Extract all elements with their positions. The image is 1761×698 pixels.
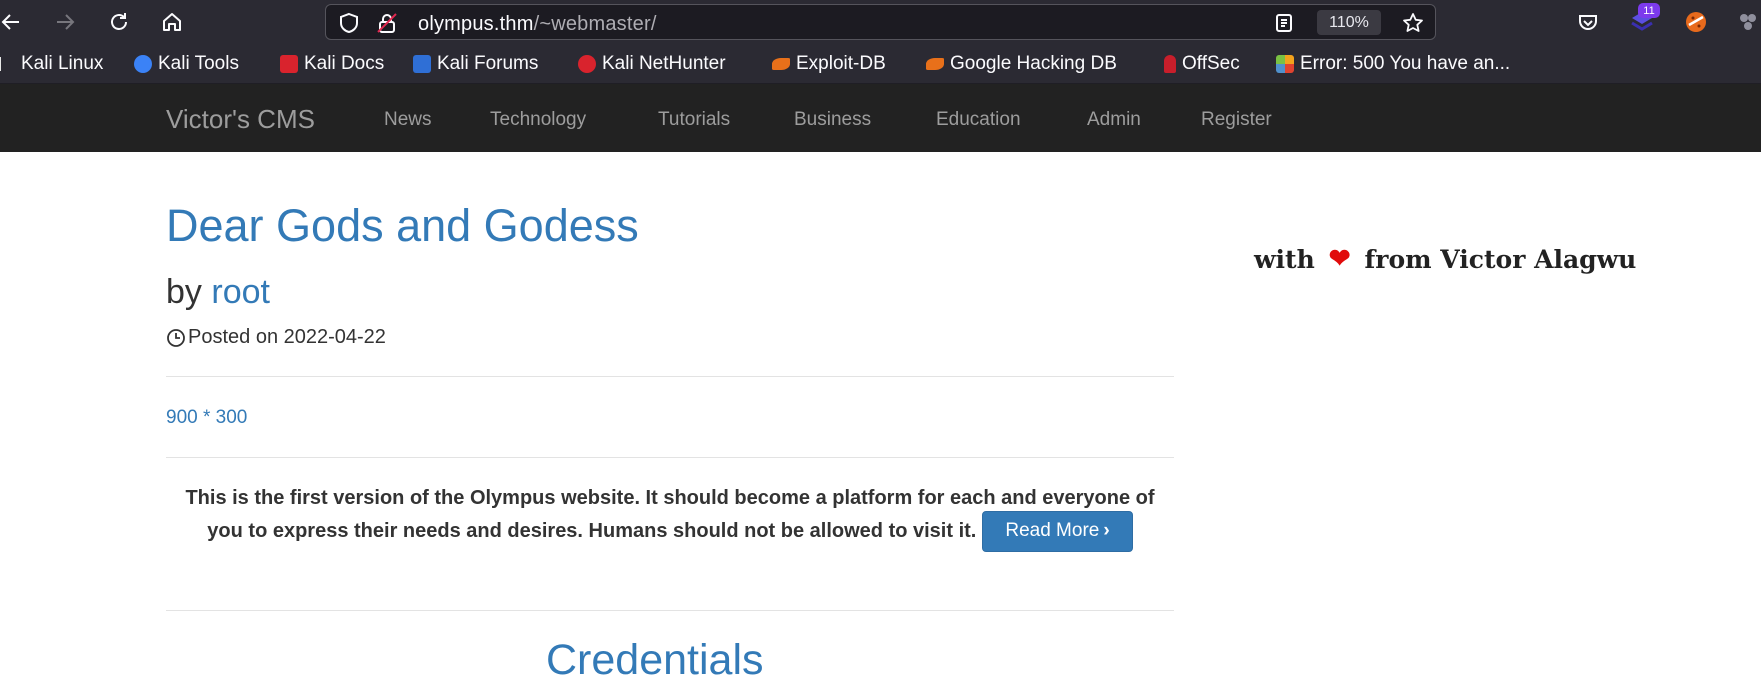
read-more-button[interactable]: Read More ›	[982, 511, 1133, 552]
bookmark-kali-linux[interactable]: Kali Linux	[0, 52, 103, 76]
posted-text: Posted on 2022-04-22	[188, 326, 386, 348]
divider	[166, 610, 1174, 611]
sidebar-credit: with ❤ from Victor Alagwu	[1254, 244, 1636, 274]
credit-suffix: from Victor Alagwu	[1364, 244, 1637, 274]
chevron-right-icon: ›	[1103, 520, 1110, 541]
exploit-db-icon	[772, 58, 790, 70]
nav-admin[interactable]: Admin	[1087, 109, 1141, 131]
nav-news[interactable]: News	[384, 109, 432, 131]
home-icon	[163, 13, 181, 31]
reload-button[interactable]	[104, 7, 134, 37]
reader-view-icon[interactable]	[1273, 12, 1295, 34]
pocket-icon	[1579, 15, 1597, 30]
kali-icon	[0, 57, 15, 71]
cookie-icon	[1686, 12, 1706, 32]
heart-icon: ❤	[1328, 244, 1351, 274]
offsec-icon	[1164, 55, 1176, 73]
site-brand[interactable]: Victor's CMS	[166, 104, 315, 135]
post-image-alt[interactable]: 900 * 300	[166, 407, 247, 429]
bookmark-label: Kali NetHunter	[602, 53, 726, 74]
browser-toolbar: olympus.thm/~webmaster/ 110% 11	[0, 0, 1761, 44]
more-extensions-button[interactable]	[1733, 7, 1761, 37]
url-text[interactable]: olympus.thm/~webmaster/	[418, 13, 657, 36]
bookmark-error-500[interactable]: Error: 500 You have an...	[1276, 52, 1510, 76]
ghdb-icon	[926, 58, 944, 70]
bookmark-exploit-db[interactable]: Exploit-DB	[772, 52, 886, 76]
bookmark-kali-nethunter[interactable]: Kali NetHunter	[578, 52, 726, 76]
puzzle-icon	[1740, 14, 1756, 30]
bookmark-kali-forums[interactable]: Kali Forums	[413, 52, 538, 76]
bookmark-label: Exploit-DB	[796, 53, 886, 74]
extension-badge: 11	[1638, 3, 1660, 18]
url-host: olympus.thm	[418, 13, 534, 35]
bookmark-label: Google Hacking DB	[950, 53, 1117, 74]
reload-icon	[111, 13, 127, 30]
cookie-extension-button[interactable]	[1681, 7, 1711, 37]
pocket-button[interactable]	[1573, 7, 1603, 37]
site-navbar: Victor's CMS News Technology Tutorials B…	[0, 84, 1761, 152]
bookmark-label: OffSec	[1182, 53, 1240, 74]
nav-business[interactable]: Business	[794, 109, 871, 131]
back-button[interactable]	[0, 7, 26, 37]
post-date: Posted on 2022-04-22	[166, 326, 386, 349]
nav-technology[interactable]: Technology	[490, 109, 586, 131]
bookmark-label: Kali Tools	[158, 53, 239, 74]
by-label: by	[166, 273, 202, 311]
clock-icon	[167, 328, 185, 347]
post-excerpt: This is the first version of the Olympus…	[166, 485, 1174, 552]
divider	[166, 457, 1174, 458]
url-path: /~webmaster/	[533, 13, 657, 35]
nav-tutorials[interactable]: Tutorials	[658, 109, 730, 131]
nav-register[interactable]: Register	[1201, 109, 1272, 131]
post-byline: by root	[166, 273, 270, 312]
bookmarks-bar: Kali Linux Kali Tools Kali Docs Kali For…	[0, 44, 1761, 84]
credit-prefix: with	[1254, 244, 1315, 274]
joomla-icon	[1276, 55, 1294, 73]
nav-education[interactable]: Education	[936, 109, 1021, 131]
bookmark-label: Kali Linux	[21, 53, 104, 74]
next-post-title[interactable]: Credentials	[546, 636, 764, 685]
post-title[interactable]: Dear Gods and Godess	[166, 200, 639, 252]
kali-docs-icon	[280, 55, 298, 73]
address-bar[interactable]: olympus.thm/~webmaster/ 110%	[325, 4, 1436, 40]
bookmark-offsec[interactable]: OffSec	[1164, 52, 1240, 76]
insecure-lock-icon[interactable]	[376, 12, 398, 34]
bookmark-label: Error: 500 You have an...	[1300, 53, 1511, 74]
nethunter-icon	[578, 55, 596, 73]
divider	[166, 376, 1174, 377]
bookmark-label: Kali Forums	[437, 53, 539, 74]
bookmark-google-hacking-db[interactable]: Google Hacking DB	[926, 52, 1117, 76]
shield-icon[interactable]	[338, 12, 360, 34]
zoom-level[interactable]: 110%	[1317, 10, 1381, 35]
read-more-label: Read More	[1005, 520, 1100, 541]
home-button[interactable]	[157, 7, 187, 37]
author-link[interactable]: root	[211, 273, 270, 311]
bookmark-kali-tools[interactable]: Kali Tools	[134, 52, 239, 76]
back-arrow-icon	[1, 14, 19, 30]
bookmark-star-icon[interactable]	[1402, 12, 1424, 34]
bookmark-label: Kali Docs	[304, 53, 385, 74]
kali-forums-icon	[413, 55, 431, 73]
forward-arrow-icon	[57, 14, 75, 30]
forward-button[interactable]	[50, 7, 80, 37]
bookmark-kali-docs[interactable]: Kali Docs	[280, 52, 384, 76]
kali-tools-icon	[134, 55, 152, 73]
